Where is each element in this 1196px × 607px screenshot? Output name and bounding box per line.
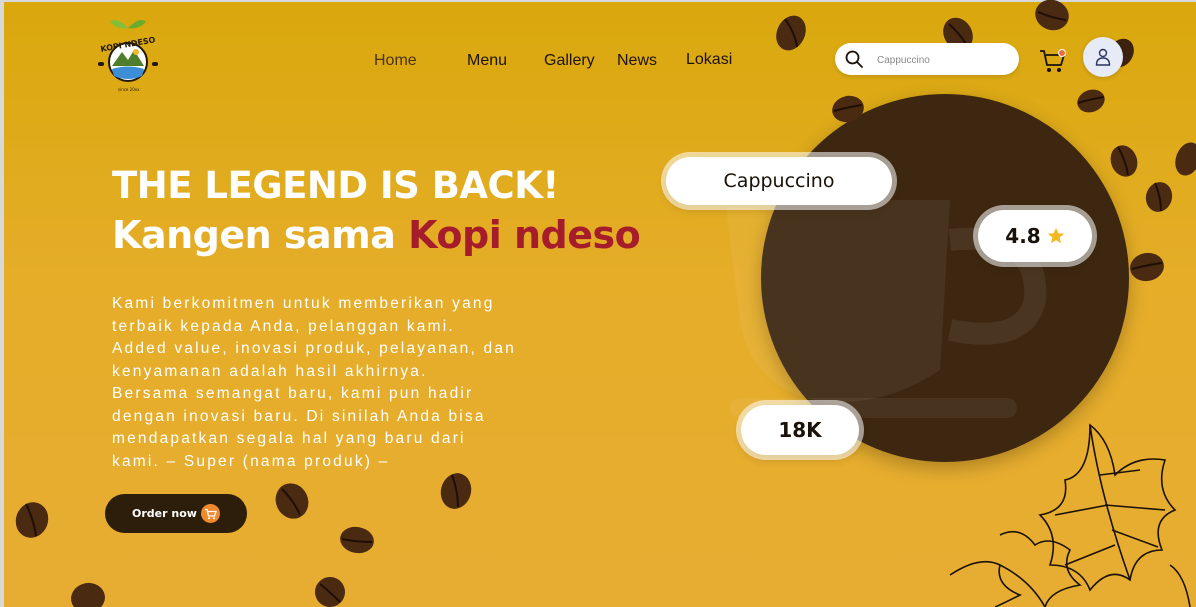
product-count: 18K xyxy=(778,418,822,442)
hero-subline-prefix: Kangen sama xyxy=(112,213,409,257)
product-name: Cappuccino xyxy=(723,170,835,192)
nav-item-lokasi[interactable]: Lokasi xyxy=(686,51,732,69)
product-rating-badge: 4.8 xyxy=(978,210,1092,262)
hero-description: Kami berkomitmen untuk memberikan yang t… xyxy=(112,295,516,470)
coffee-bean-icon xyxy=(275,483,309,519)
nav-item-home[interactable]: Home xyxy=(374,52,417,70)
hero-subline: Kangen sama Kopi ndeso xyxy=(112,213,641,257)
coffee-bean-icon xyxy=(1110,145,1138,177)
hero-subline-accent: Kopi ndeso xyxy=(408,213,641,257)
order-cart-badge[interactable] xyxy=(201,504,220,523)
cart-icon[interactable] xyxy=(1038,45,1068,75)
coffee-bean-icon xyxy=(15,502,49,538)
nav-item-news[interactable]: News xyxy=(617,52,657,70)
cart-icon xyxy=(205,508,217,520)
leaf-outline-icon xyxy=(949,423,1191,607)
coffee-bean-icon xyxy=(340,526,374,554)
nav-item-menu[interactable]: Menu xyxy=(467,52,507,70)
search-bar[interactable] xyxy=(835,43,1019,75)
coffee-bean-icon xyxy=(1077,89,1105,113)
coffee-bean-icon xyxy=(440,473,472,509)
product-name-badge: Cappuccino xyxy=(666,157,892,205)
user-avatar[interactable] xyxy=(1083,37,1123,77)
user-icon xyxy=(1095,48,1111,66)
coffee-bean-icon xyxy=(71,582,105,607)
nav-item-gallery[interactable]: Gallery xyxy=(544,52,595,70)
star-icon xyxy=(1047,227,1064,244)
search-input[interactable] xyxy=(875,50,1014,70)
coffee-bean-icon xyxy=(315,577,345,607)
order-now-button[interactable]: Order now xyxy=(105,494,247,533)
coffee-bean-icon xyxy=(776,15,806,51)
product-count-badge: 18K xyxy=(741,405,859,455)
logo-tagline: since 20xx xyxy=(118,87,140,92)
search-icon[interactable] xyxy=(845,50,863,68)
frame-top-edge xyxy=(0,0,1196,2)
coffee-bean-icon xyxy=(1175,142,1196,176)
coffee-bean-icon xyxy=(1035,0,1069,31)
brand-logo[interactable]: KOPI NDESO since 20xx xyxy=(92,14,164,94)
product-rating: 4.8 xyxy=(1005,224,1041,248)
hero-headline: THE LEGEND IS BACK! xyxy=(112,164,559,207)
coffee-bean-icon xyxy=(1130,252,1164,282)
coffee-bean-icon xyxy=(1145,182,1173,212)
frame-left-edge xyxy=(0,0,4,607)
coffee-bean-icon xyxy=(832,95,864,123)
